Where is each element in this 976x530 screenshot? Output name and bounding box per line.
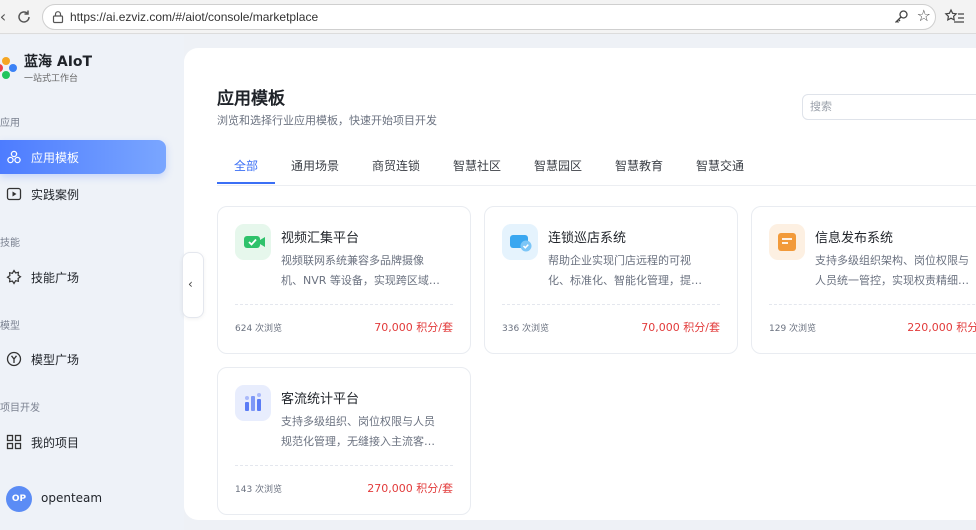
reload-icon[interactable] <box>13 6 35 28</box>
card-description-line: 视频联网系统兼容多品牌摄像 <box>281 254 424 267</box>
video-hub-icon <box>235 224 271 260</box>
tab-smart-education[interactable]: 智慧教育 <box>615 157 663 174</box>
user-name: openteam <box>41 491 103 505</box>
sidebar-collapse-button[interactable]: ‹ <box>182 252 204 318</box>
page-title: 应用模板 <box>217 89 285 109</box>
sidebar: 蓝海 AIoT 一站式工作台 应用 应用模板 实践案例 技能 技能广场 模型 模… <box>0 35 184 530</box>
brand-title: 蓝海 AIoT <box>24 54 93 70</box>
card-views: 143 次浏览 <box>235 485 283 495</box>
address-bar[interactable]: https://ai.ezviz.com/#/aiot/console/mark… <box>42 4 936 30</box>
card-price: 70,000 积分/套 <box>374 321 453 334</box>
tab-smart-community[interactable]: 智慧社区 <box>453 157 501 174</box>
active-tab-indicator <box>217 182 275 184</box>
play-case-icon <box>6 187 22 201</box>
sidebar-item-label: 实践案例 <box>31 188 80 202</box>
model-icon <box>6 351 22 367</box>
skill-icon <box>6 269 22 285</box>
sidebar-item-label: 应用模板 <box>31 151 80 165</box>
group-label-skill: 技能 <box>0 238 20 249</box>
card-divider <box>235 304 453 305</box>
sidebar-item-skill-square[interactable]: 技能广场 <box>0 260 166 294</box>
group-label-model: 模型 <box>0 321 20 332</box>
sidebar-item-practice-cases[interactable]: 实践案例 <box>0 177 166 211</box>
main-panel: 应用模板 浏览和选择行业应用模板，快速开始项目开发 全部 通用场景 商贸连锁 智… <box>184 48 976 520</box>
card-title: 连锁巡店系统 <box>548 231 627 246</box>
favorites-icon[interactable] <box>944 6 966 28</box>
project-grid-icon <box>6 434 22 450</box>
bookmark-star-icon[interactable]: ☆ <box>917 7 931 25</box>
card-description-line: 人员统一管控，实现权责精细… <box>815 274 969 287</box>
app-template-icon <box>7 150 21 164</box>
chevron-left-icon: ‹ <box>188 277 193 291</box>
template-card[interactable]: 客流统计平台 支持多级组织、岗位权限与人员 规范化管理，无缝接入主流客… 143… <box>217 367 471 515</box>
card-price: 70,000 积分/套 <box>641 321 720 334</box>
brand-logo-icon <box>0 57 17 79</box>
traffic-stats-icon <box>235 385 271 421</box>
card-description-line: 帮助企业实现门店远程的可视 <box>548 254 691 267</box>
page-subtitle: 浏览和选择行业应用模板，快速开始项目开发 <box>217 114 437 127</box>
info-publish-icon <box>769 224 805 260</box>
template-card[interactable]: 连锁巡店系统 帮助企业实现门店远程的可视 化、标准化、智能化管理，提… 336 … <box>484 206 738 354</box>
search-box[interactable] <box>802 94 976 120</box>
user-menu[interactable]: OP openteam <box>6 486 176 512</box>
card-description-line: 规范化管理，无缝接入主流客… <box>281 435 435 448</box>
card-title: 客流统计平台 <box>281 392 360 407</box>
store-patrol-icon <box>502 224 538 260</box>
site-info-icon[interactable] <box>51 10 65 24</box>
sidebar-item-label: 我的项目 <box>31 436 80 450</box>
card-title: 视频汇集平台 <box>281 231 360 246</box>
brand-subtitle: 一站式工作台 <box>24 74 79 84</box>
sidebar-item-my-projects[interactable]: 我的项目 <box>0 425 166 459</box>
template-card[interactable]: 视频汇集平台 视频联网系统兼容多品牌摄像 机、NVR 等设备，实现跨区域… 62… <box>217 206 471 354</box>
card-description: 支持多级组织、岗位权限与人员 规范化管理，无缝接入主流客… <box>281 412 455 452</box>
sidebar-item-model-square[interactable]: 模型广场 <box>0 342 166 376</box>
card-description-line: 化、标准化、智能化管理，提… <box>548 274 702 287</box>
card-description-line: 支持多级组织架构、岗位权限与 <box>815 254 969 267</box>
card-views: 336 次浏览 <box>502 324 550 334</box>
template-card[interactable]: 信息发布系统 支持多级组织架构、岗位权限与 人员统一管控，实现权责精细… 129… <box>751 206 976 354</box>
tab-all[interactable]: 全部 <box>234 157 258 174</box>
card-price: 220,000 积分/ <box>907 321 976 334</box>
card-description: 支持多级组织架构、岗位权限与 人员统一管控，实现权责精细… <box>815 251 976 291</box>
card-divider <box>769 304 976 305</box>
group-label-app: 应用 <box>0 118 20 129</box>
card-description: 视频联网系统兼容多品牌摄像 机、NVR 等设备，实现跨区域… <box>281 251 455 291</box>
tab-retail-chain[interactable]: 商贸连锁 <box>372 157 420 174</box>
key-icon[interactable] <box>893 9 909 25</box>
back-icon[interactable]: ‹ <box>0 6 14 28</box>
url-text[interactable]: https://ai.ezviz.com/#/aiot/console/mark… <box>70 10 318 24</box>
card-views: 624 次浏览 <box>235 324 283 334</box>
sidebar-item-label: 技能广场 <box>31 271 80 285</box>
sidebar-item-label: 模型广场 <box>31 353 80 367</box>
tab-smart-park[interactable]: 智慧园区 <box>534 157 582 174</box>
card-price: 270,000 积分/套 <box>367 482 453 495</box>
avatar[interactable]: OP <box>6 486 32 512</box>
tab-general[interactable]: 通用场景 <box>291 157 339 174</box>
card-views: 129 次浏览 <box>769 324 817 334</box>
card-description-line: 机、NVR 等设备，实现跨区域… <box>281 274 440 287</box>
card-divider <box>235 465 453 466</box>
search-input[interactable] <box>803 95 976 119</box>
group-label-project: 项目开发 <box>0 403 40 414</box>
category-tabs: 全部 通用场景 商贸连锁 智慧社区 智慧园区 智慧教育 智慧交通 <box>217 152 976 186</box>
sidebar-item-app-template[interactable]: 应用模板 <box>0 140 166 174</box>
browser-toolbar: ‹ https://ai.ezviz.com/#/aiot/console/ma… <box>0 0 976 34</box>
card-divider <box>502 304 720 305</box>
card-title: 信息发布系统 <box>815 231 894 246</box>
card-description: 帮助企业实现门店远程的可视 化、标准化、智能化管理，提… <box>548 251 722 291</box>
card-description-line: 支持多级组织、岗位权限与人员 <box>281 415 435 428</box>
tab-smart-traffic[interactable]: 智慧交通 <box>696 157 744 174</box>
